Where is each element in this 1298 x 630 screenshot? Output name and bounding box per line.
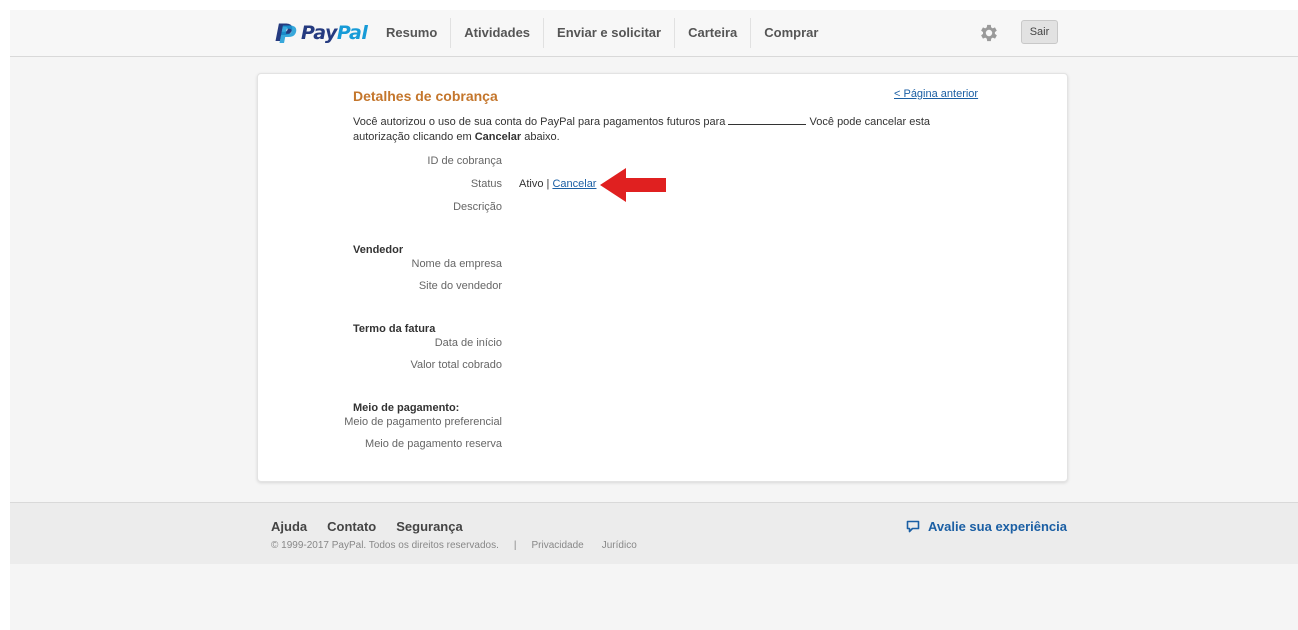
authorization-notice: Você autorizou o uso de sua conta do Pay… <box>353 116 931 143</box>
backup-payment-label: Meio de pagamento reserva <box>365 438 502 450</box>
payment-method-section-title: Meio de pagamento: <box>353 402 460 414</box>
nav-comprar[interactable]: Comprar <box>750 18 831 48</box>
page: PP PayPal Resumo Atividades Enviar e sol… <box>10 10 1298 630</box>
logout-button[interactable]: Sair <box>1021 20 1058 44</box>
top-header: PP PayPal Resumo Atividades Enviar e sol… <box>10 10 1298 57</box>
chat-bubble-icon <box>906 520 920 533</box>
company-name-label: Nome da empresa <box>411 258 503 270</box>
start-date-label: Data de início <box>434 337 502 349</box>
paypal-mark-icon: PP <box>275 19 297 49</box>
nav-carteira[interactable]: Carteira <box>674 18 750 48</box>
status-value: Ativo | Cancelar <box>519 178 597 190</box>
footer-link-contato[interactable]: Contato <box>327 519 376 534</box>
feedback-link[interactable]: Avalie sua experiência <box>906 519 1067 534</box>
footer-separator: | <box>513 540 517 551</box>
merchant-blank <box>728 116 807 125</box>
preferred-payment-label: Meio de pagamento preferencial <box>344 416 502 428</box>
invoice-term-section-title: Termo da fatura <box>353 323 436 335</box>
footer-link-privacidade[interactable]: Privacidade <box>531 540 583 551</box>
footer-link-ajuda[interactable]: Ajuda <box>271 519 307 534</box>
footer-link-juridico[interactable]: Jurídico <box>602 540 637 551</box>
footer-nav: Ajuda Contato Segurança <box>271 519 463 534</box>
seller-site-label: Site do vendedor <box>418 280 502 292</box>
page-title: Detalhes de cobrança <box>353 88 498 104</box>
footer-link-seguranca[interactable]: Segurança <box>396 519 462 534</box>
paypal-logo[interactable]: PP PayPal <box>275 19 368 49</box>
nav-resumo[interactable]: Resumo <box>373 18 450 48</box>
main-nav: Resumo Atividades Enviar e solicitar Car… <box>373 18 831 48</box>
copyright-text: © 1999-2017 PayPal. Todos os direitos re… <box>271 540 499 551</box>
previous-page-link[interactable]: < Página anterior <box>894 88 978 100</box>
total-charged-label: Valor total cobrado <box>410 359 502 371</box>
arrow-left-icon <box>600 168 666 202</box>
page-footer: Ajuda Contato Segurança © 1999-2017 PayP… <box>10 502 1298 564</box>
paypal-wordmark: PayPal <box>301 22 368 44</box>
nav-atividades[interactable]: Atividades <box>450 18 543 48</box>
status-label: Status <box>470 178 502 190</box>
seller-section-title: Vendedor <box>353 244 404 256</box>
billing-id-label: ID de cobrança <box>427 155 502 167</box>
copyright-line: © 1999-2017 PayPal. Todos os direitos re… <box>271 540 655 551</box>
billing-details-card: Detalhes de cobrança < Página anterior V… <box>257 73 1068 482</box>
nav-enviar-solicitar[interactable]: Enviar e solicitar <box>543 18 674 48</box>
gear-icon[interactable] <box>978 22 1000 44</box>
cancel-link[interactable]: Cancelar <box>552 178 596 190</box>
description-label: Descrição <box>453 201 502 213</box>
